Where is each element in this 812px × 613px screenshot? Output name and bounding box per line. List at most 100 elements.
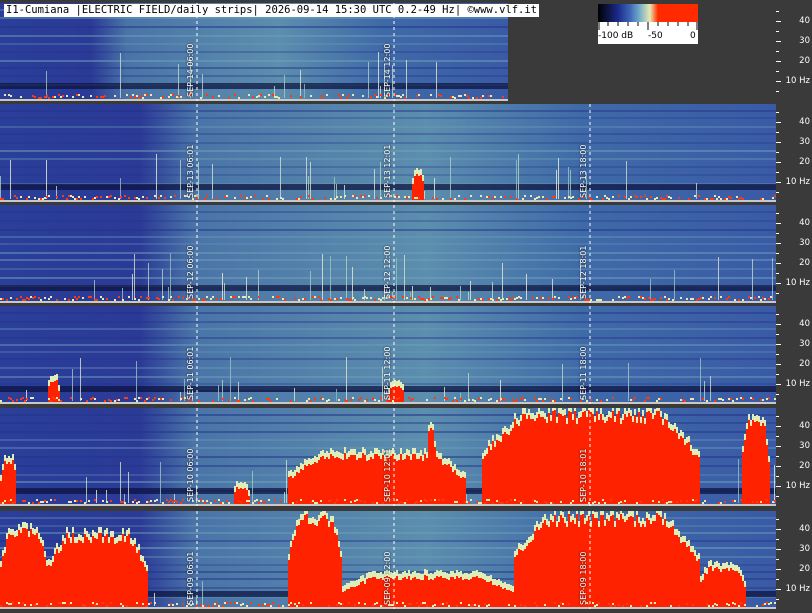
saturation-column (562, 416, 564, 506)
noise-speckle (568, 196, 570, 198)
noise-speckle (168, 96, 170, 98)
noise-speckle (124, 195, 126, 197)
noise-speckle (336, 298, 338, 300)
harmonic-band (0, 117, 776, 119)
halo-column (688, 540, 690, 546)
spike-column (468, 373, 469, 401)
noise-speckle (320, 397, 322, 399)
low-frequency-band (0, 83, 508, 89)
halo-column (310, 459, 312, 465)
noise-speckle (606, 197, 608, 199)
halo-column (106, 528, 108, 534)
noise-speckle (476, 97, 478, 99)
saturation-column (736, 571, 738, 609)
spike-column (404, 255, 405, 300)
noise-speckle (404, 97, 406, 99)
noise-speckle (218, 499, 220, 501)
noise-speckle (524, 195, 526, 197)
spike-column (346, 256, 347, 300)
saturation-column (512, 592, 514, 609)
noise-speckle (10, 499, 12, 501)
saturation-column (102, 543, 104, 609)
noise-speckle (572, 500, 574, 502)
noise-speckle (70, 195, 72, 197)
noise-speckle (348, 95, 350, 97)
noise-speckle (204, 605, 206, 607)
halo-column (638, 517, 640, 523)
saturation-column (502, 589, 504, 609)
noise-speckle (756, 501, 758, 503)
halo-column (724, 563, 726, 569)
halo-column (664, 513, 666, 519)
noise-speckle (374, 299, 376, 301)
noise-speckle (342, 94, 344, 96)
saturation-column (666, 420, 668, 506)
noise-speckle (714, 297, 716, 299)
halo-column (684, 536, 686, 542)
saturation-column (742, 452, 744, 506)
time-marker-label: SEP-13 12:01 (383, 144, 392, 198)
halo-column (486, 448, 488, 454)
halo-column (654, 409, 656, 415)
noise-speckle (300, 196, 302, 198)
saturation-column (70, 543, 72, 609)
saturation-column (26, 529, 28, 609)
halo-column (654, 515, 656, 521)
spike-column (180, 160, 181, 199)
noise-speckle (258, 95, 260, 97)
noise-speckle (562, 603, 564, 605)
halo-column (738, 567, 740, 573)
noise-speckle (238, 296, 240, 298)
noise-speckle (148, 297, 150, 299)
halo-column (562, 512, 564, 518)
halo-column (424, 448, 426, 454)
noise-speckle (656, 400, 658, 402)
saturation-column (490, 581, 492, 609)
halo-column (296, 520, 298, 526)
noise-speckle (266, 398, 268, 400)
halo-column (76, 537, 78, 543)
saturation-column (464, 579, 466, 609)
noise-speckle (34, 96, 36, 98)
saturation-column (42, 546, 44, 609)
halo-column (502, 428, 504, 434)
noise-speckle (114, 299, 116, 301)
noise-speckle (740, 602, 742, 604)
frequency-minor-tick (776, 314, 779, 315)
halo-column (138, 544, 140, 550)
halo-column (536, 412, 538, 418)
halo-column (442, 572, 444, 578)
halo-column (494, 441, 496, 447)
halo-column (422, 574, 424, 580)
halo-column (492, 579, 494, 585)
noise-speckle (182, 297, 184, 299)
noise-speckle (268, 499, 270, 501)
halo-column (332, 450, 334, 456)
noise-speckle (472, 97, 474, 99)
halo-column (244, 482, 246, 488)
halo-column (500, 581, 502, 587)
noise-speckle (134, 298, 136, 300)
noise-speckle (692, 604, 694, 606)
noise-speckle (580, 400, 582, 402)
halo-column (472, 571, 474, 577)
frequency-minor-tick (776, 112, 779, 113)
frequency-minor-tick (776, 51, 779, 52)
noise-speckle (258, 604, 260, 606)
halo-column (486, 576, 488, 582)
frequency-tick-label: 10 Hz (785, 481, 810, 491)
spike-column (626, 161, 627, 199)
noise-speckle (16, 298, 18, 300)
noise-speckle (512, 297, 514, 299)
saturation-column (518, 549, 520, 609)
halo-column (520, 415, 522, 421)
saturation-column (626, 520, 628, 609)
noise-speckle (478, 298, 480, 300)
saturation-column (340, 557, 342, 609)
halo-column (648, 408, 650, 411)
halo-column (422, 455, 424, 461)
noise-speckle (104, 95, 106, 97)
saturation-column (672, 526, 674, 609)
saturation-column (132, 546, 134, 609)
frequency-minor-tick (776, 416, 779, 417)
